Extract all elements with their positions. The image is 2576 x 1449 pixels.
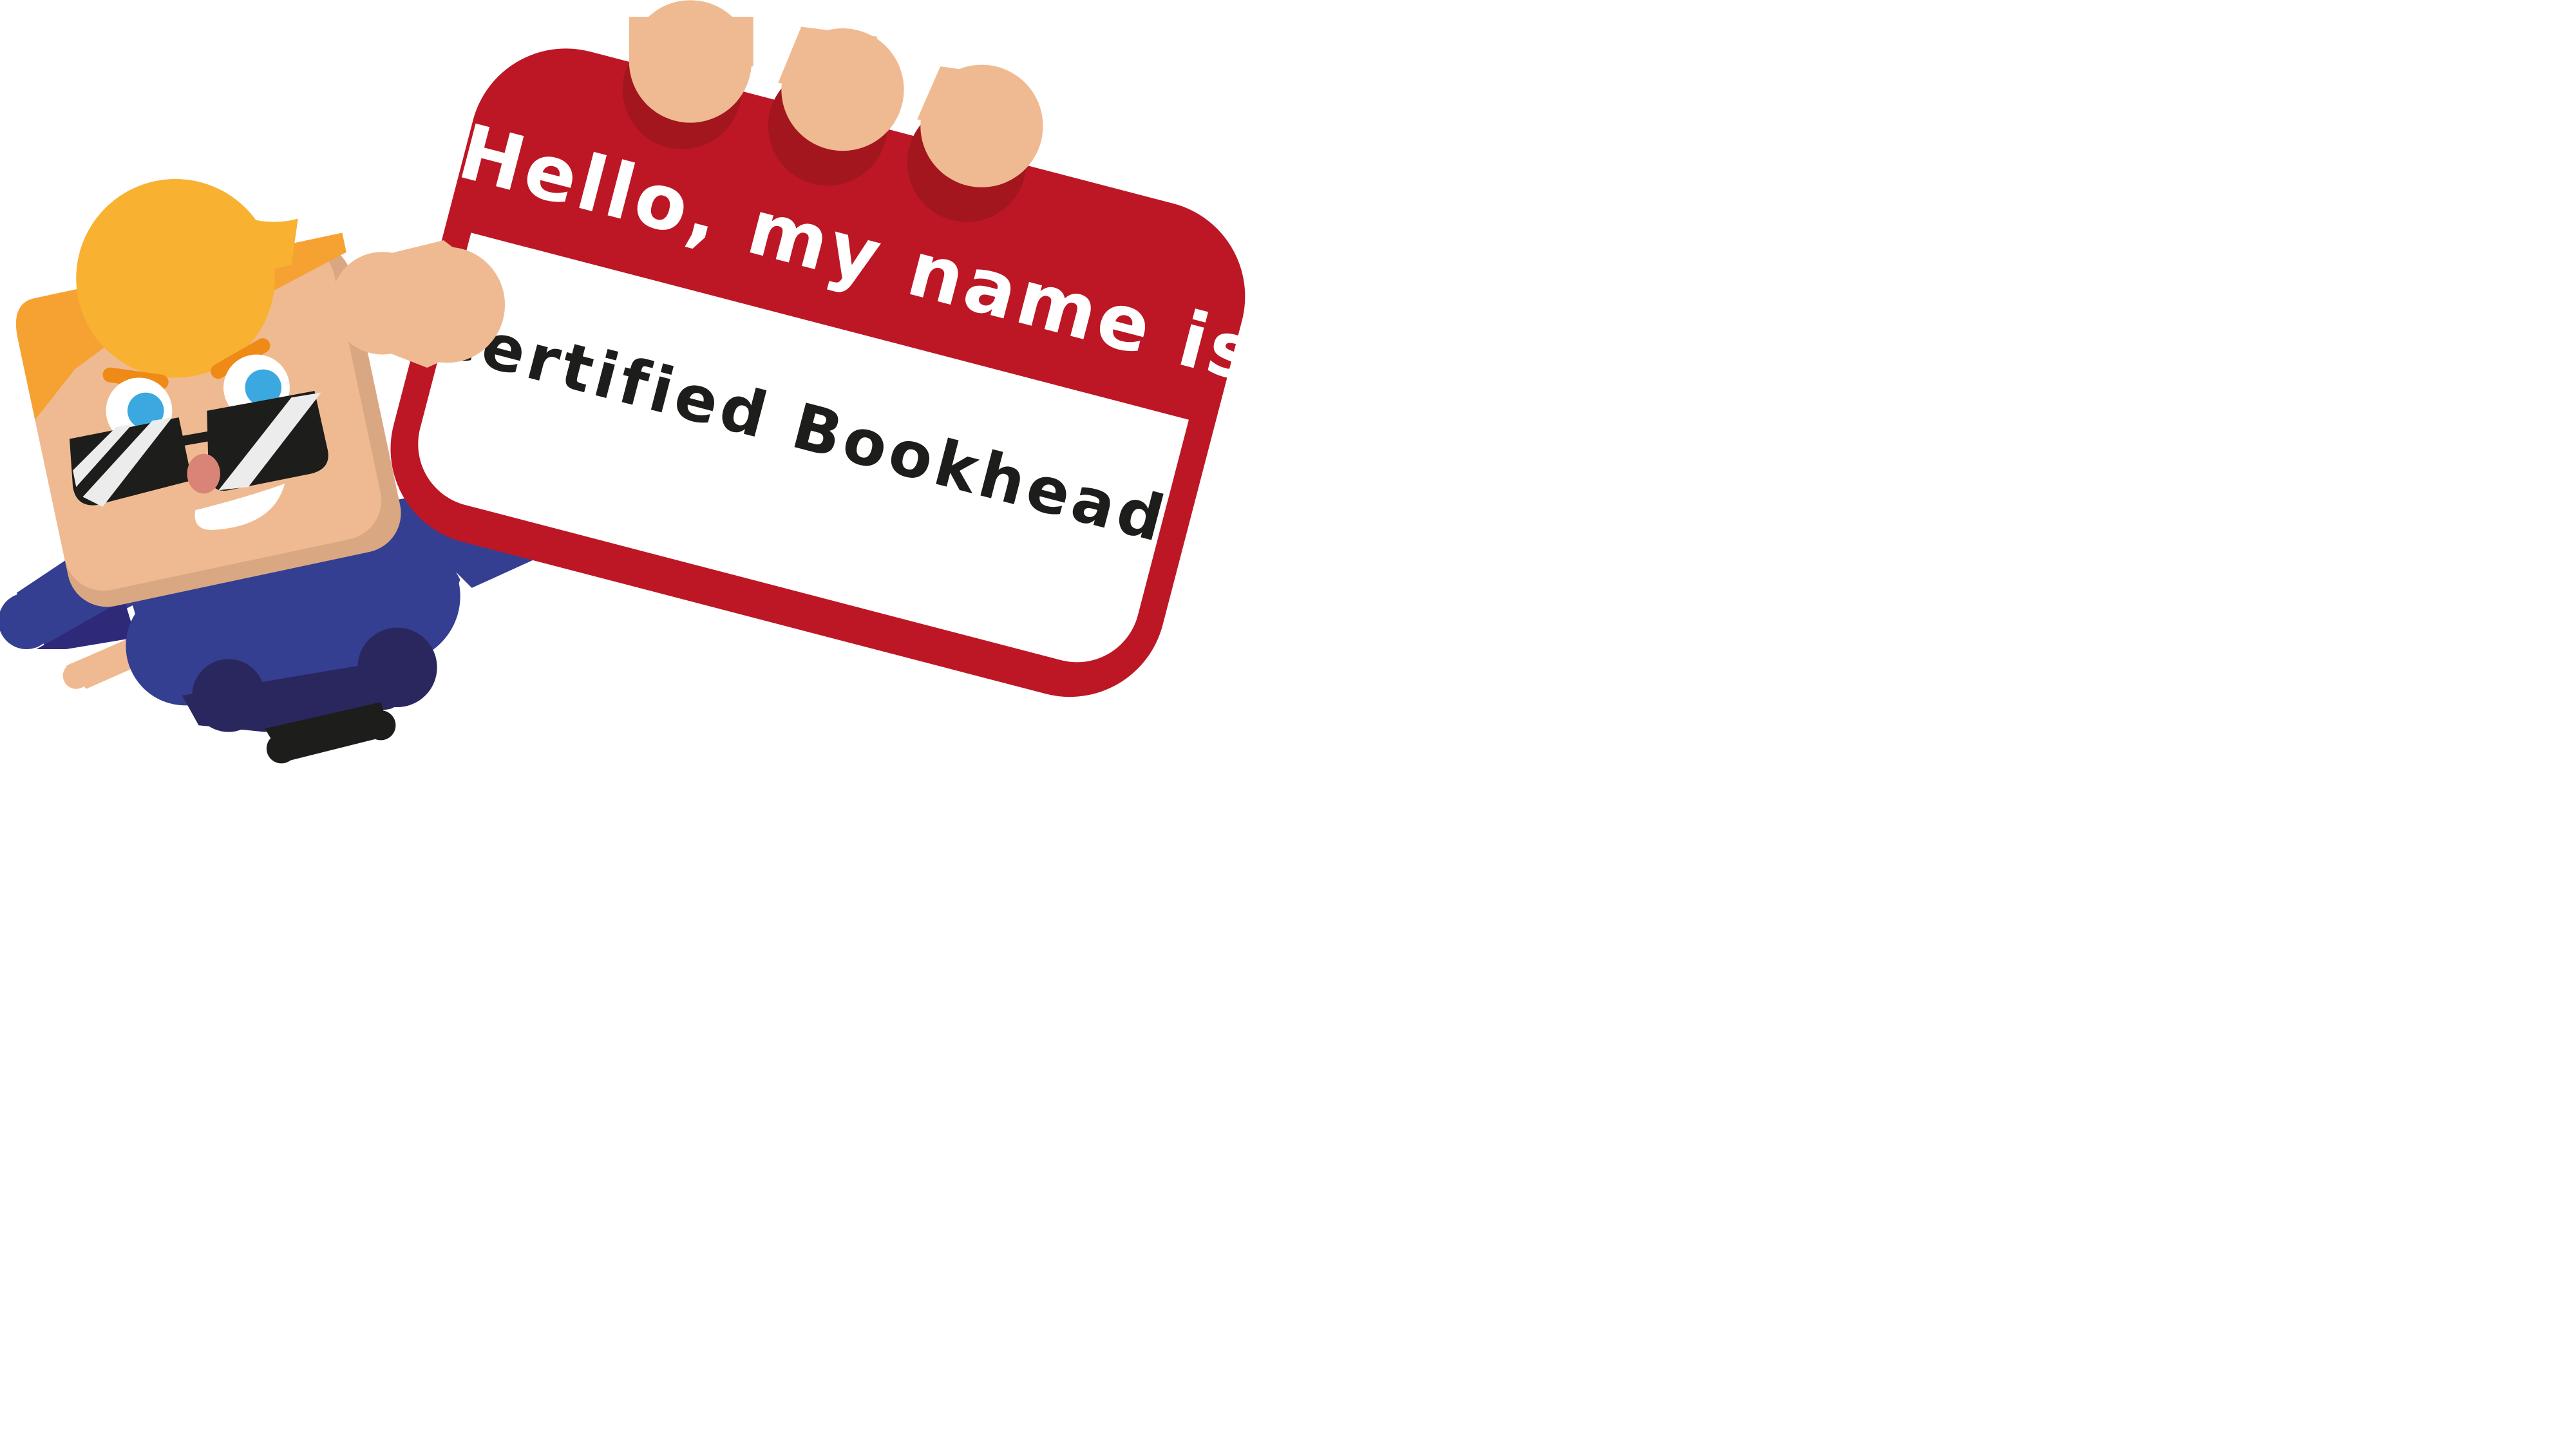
nose-icon — [187, 453, 220, 494]
scene: Hello, my name is Certified Bookhead — [0, 0, 1268, 764]
